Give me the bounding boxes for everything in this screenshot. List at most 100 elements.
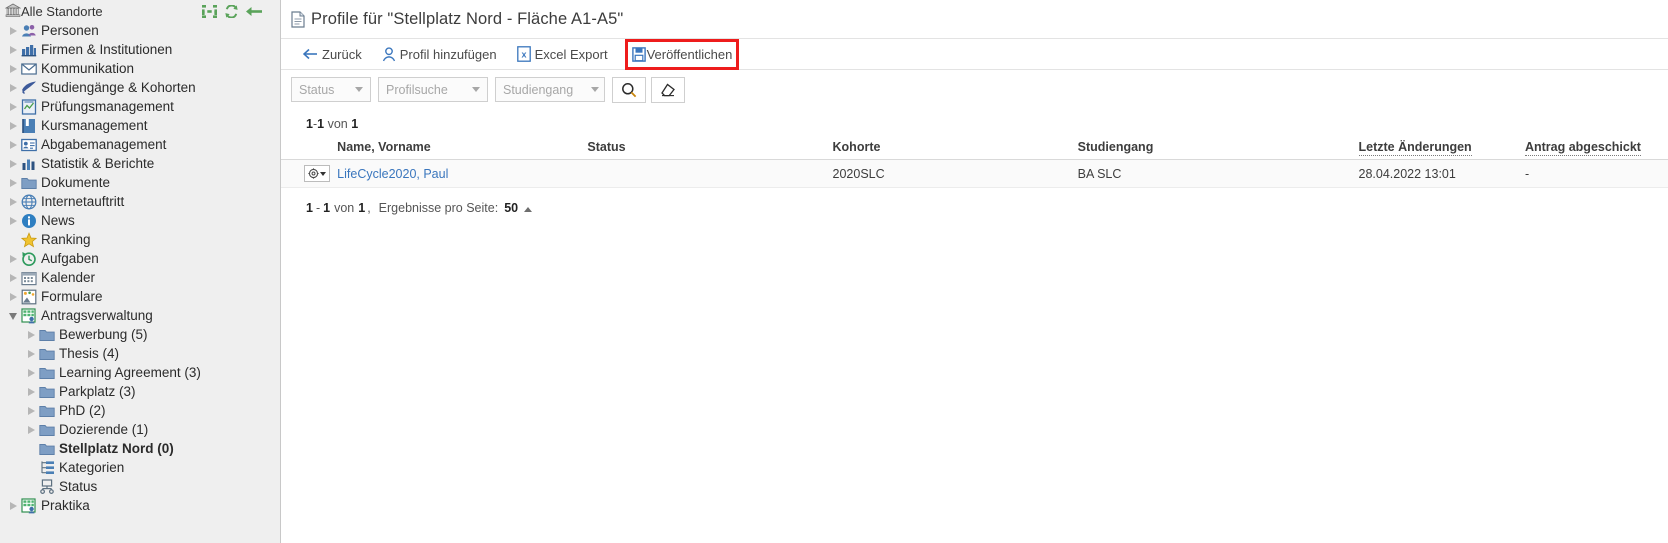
sidebar-item-twisty[interactable] xyxy=(6,45,20,54)
chevron-right-icon[interactable] xyxy=(9,254,17,263)
sidebar-item-kalender[interactable]: Kalender xyxy=(0,268,280,287)
chevron-up-icon[interactable] xyxy=(524,206,533,212)
profilsuche-filter[interactable]: Profilsuche xyxy=(378,77,488,102)
sidebar-item-twisty[interactable] xyxy=(24,425,38,434)
sidebar-item-twisty[interactable] xyxy=(6,121,20,130)
sidebar-item-bewerbung-5[interactable]: Bewerbung (5) xyxy=(0,325,280,344)
status-filter[interactable]: Status xyxy=(291,77,371,102)
chevron-right-icon[interactable] xyxy=(9,273,17,282)
pager-per-page-value[interactable]: 50 xyxy=(504,201,518,215)
sidebar-header[interactable]: Alle Standorte xyxy=(0,2,280,21)
row-actions-menu-button[interactable] xyxy=(304,165,330,182)
sidebar-item-twisty[interactable] xyxy=(6,83,20,92)
chevron-right-icon[interactable] xyxy=(27,330,35,339)
chevron-right-icon[interactable] xyxy=(9,102,17,111)
chevron-right-icon[interactable] xyxy=(27,349,35,358)
sidebar-item-kommunikation[interactable]: Kommunikation xyxy=(0,59,280,78)
sidebar-item-thesis-4[interactable]: Thesis (4) xyxy=(0,344,280,363)
sidebar-item-learning-agreement-3[interactable]: Learning Agreement (3) xyxy=(0,363,280,382)
sidebar-item-abgabemanagement[interactable]: Abgabemanagement xyxy=(0,135,280,154)
sidebar-item-firmen-institutionen[interactable]: Firmen & Institutionen xyxy=(0,40,280,59)
sidebar-item-twisty[interactable] xyxy=(6,64,20,73)
sidebar-item-ranking[interactable]: Ranking xyxy=(0,230,280,249)
table-header-row: Name, Vorname Status Kohorte Studiengang… xyxy=(281,137,1668,160)
cell-letzte_aenderungen-text: 28.04.2022 13:01 xyxy=(1358,166,1456,181)
chevron-right-icon[interactable] xyxy=(9,197,17,206)
sidebar-item-phd-2[interactable]: PhD (2) xyxy=(0,401,280,420)
sidebar-item-twisty[interactable] xyxy=(24,406,38,415)
result-count-to: 1 xyxy=(317,117,325,131)
sidebar-item-kursmanagement[interactable]: Kursmanagement xyxy=(0,116,280,135)
collapse-all-icon[interactable] xyxy=(202,5,217,18)
excel-export-label: Excel Export xyxy=(534,46,608,62)
sidebar-item-dokumente[interactable]: Dokumente xyxy=(0,173,280,192)
chevron-right-icon[interactable] xyxy=(9,178,17,187)
chevron-right-icon[interactable] xyxy=(27,368,35,377)
graduation-icon xyxy=(20,80,38,96)
sidebar-item-twisty[interactable] xyxy=(6,26,20,35)
chevron-right-icon[interactable] xyxy=(27,425,35,434)
sidebar-item-twisty[interactable] xyxy=(24,330,38,339)
back-button[interactable]: Zurück xyxy=(295,39,370,69)
column-header-antrag-abgeschickt[interactable]: Antrag abgeschickt xyxy=(1524,137,1668,160)
sidebar-item-twisty[interactable] xyxy=(6,216,20,225)
sidebar-item-parkplatz-3[interactable]: Parkplatz (3) xyxy=(0,382,280,401)
sidebar-item-praktika[interactable]: Praktika xyxy=(0,496,280,515)
sidebar-item-twisty[interactable] xyxy=(6,178,20,187)
column-header-studiengang-label: Studiengang xyxy=(1077,140,1154,154)
search-button[interactable] xyxy=(612,76,646,103)
sidebar-item-pr-fungsmanagement[interactable]: Prüfungsmanagement xyxy=(0,97,280,116)
sidebar-item-twisty[interactable] xyxy=(6,312,20,320)
sidebar-item-dozierende-1[interactable]: Dozierende (1) xyxy=(0,420,280,439)
sidebar-item-twisty[interactable] xyxy=(6,292,20,301)
back-arrow-icon[interactable] xyxy=(246,6,262,17)
chevron-right-icon[interactable] xyxy=(9,26,17,35)
refresh-icon[interactable] xyxy=(224,5,239,18)
chevron-right-icon[interactable] xyxy=(9,216,17,225)
chevron-right-icon[interactable] xyxy=(27,387,35,396)
publish-button[interactable]: Veröffentlichen xyxy=(624,38,740,70)
sidebar-item-twisty[interactable] xyxy=(6,254,20,263)
sidebar-item-twisty[interactable] xyxy=(6,140,20,149)
sidebar-item-twisty[interactable] xyxy=(6,273,20,282)
studiengang-filter[interactable]: Studiengang xyxy=(495,77,605,102)
sidebar-item-statistik-berichte[interactable]: Statistik & Berichte xyxy=(0,154,280,173)
chevron-right-icon[interactable] xyxy=(27,406,35,415)
sidebar-item-aufgaben[interactable]: Aufgaben xyxy=(0,249,280,268)
sidebar-item-twisty[interactable] xyxy=(24,349,38,358)
sidebar-item-internetauftritt[interactable]: Internetauftritt xyxy=(0,192,280,211)
chevron-right-icon[interactable] xyxy=(9,45,17,54)
sidebar-item-label: Dokumente xyxy=(41,175,111,190)
sidebar-item-twisty[interactable] xyxy=(6,102,20,111)
table-row: LifeCycle2020, Paul 2020SLC BA SLC 28.04.20… xyxy=(281,159,1668,188)
sidebar-item-twisty[interactable] xyxy=(6,159,20,168)
sidebar-item-twisty[interactable] xyxy=(24,368,38,377)
column-header-name: Name, Vorname xyxy=(337,137,588,160)
sidebar-item-twisty[interactable] xyxy=(24,387,38,396)
bank-icon xyxy=(4,3,22,21)
profile-link[interactable]: LifeCycle2020, Paul xyxy=(337,167,448,181)
chevron-right-icon[interactable] xyxy=(9,501,17,510)
add-profile-button[interactable]: Profil hinzufügen xyxy=(374,39,505,69)
chevron-right-icon[interactable] xyxy=(9,159,17,168)
chevron-right-icon[interactable] xyxy=(9,64,17,73)
excel-export-button[interactable]: x Excel Export xyxy=(509,39,616,69)
chevron-right-icon[interactable] xyxy=(9,292,17,301)
sidebar-item-formulare[interactable]: Formulare xyxy=(0,287,280,306)
sidebar-item-kategorien[interactable]: Kategorien xyxy=(0,458,280,477)
sidebar-item-stellplatz-nord-0[interactable]: Stellplatz Nord (0) xyxy=(0,439,280,458)
column-header-letzte-aenderungen[interactable]: Letzte Änderungen xyxy=(1358,137,1525,160)
sidebar-item-antragsverwaltung[interactable]: Antragsverwaltung xyxy=(0,306,280,325)
sidebar-item-studieng-nge-kohorten[interactable]: Studiengänge & Kohorten xyxy=(0,78,280,97)
chevron-right-icon[interactable] xyxy=(9,140,17,149)
sidebar-item-twisty[interactable] xyxy=(6,197,20,206)
clear-filters-button[interactable] xyxy=(651,76,685,103)
sidebar-item-personen[interactable]: Personen xyxy=(0,21,280,40)
sidebar-item-label: Dozierende (1) xyxy=(59,422,149,437)
chevron-right-icon[interactable] xyxy=(9,83,17,92)
sidebar-item-twisty[interactable] xyxy=(6,501,20,510)
chevron-right-icon[interactable] xyxy=(9,121,17,130)
sidebar-item-news[interactable]: News xyxy=(0,211,280,230)
chevron-down-icon[interactable] xyxy=(9,313,17,320)
sidebar-item-status[interactable]: Status xyxy=(0,477,280,496)
